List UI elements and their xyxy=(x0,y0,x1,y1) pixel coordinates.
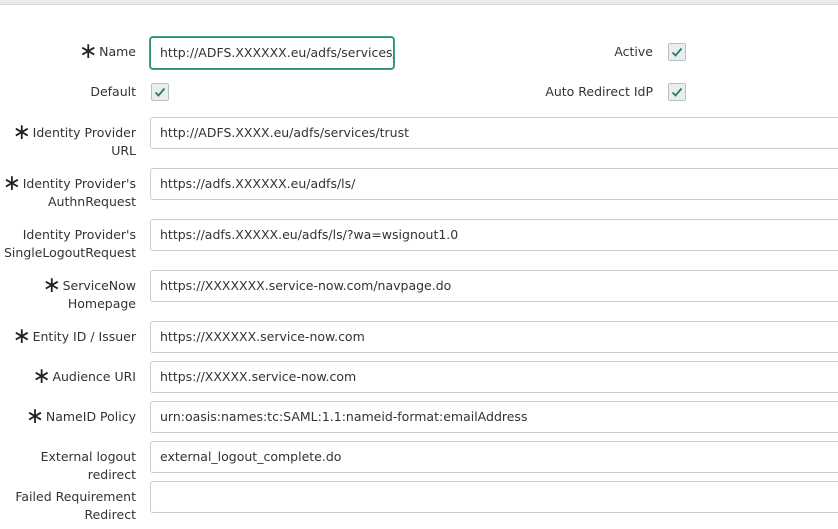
idp-url-input[interactable]: http://ADFS.XXXX.eu/adfs/services/trust xyxy=(150,117,838,149)
name-label: ∗ Name xyxy=(79,39,136,64)
nameid-policy-input[interactable]: urn:oasis:names:tc:SAML:1.1:nameid-forma… xyxy=(150,401,838,433)
logout-request-input[interactable]: https://adfs.XXXXX.eu/adfs/ls/?wa=wsigno… xyxy=(150,219,838,251)
required-icon: ∗ xyxy=(79,39,98,64)
default-checkbox[interactable] xyxy=(151,83,169,101)
required-icon: ∗ xyxy=(2,171,22,196)
auto-redirect-checkbox[interactable] xyxy=(668,83,686,101)
default-label: Default xyxy=(90,84,136,99)
failed-requirement-input[interactable] xyxy=(150,481,838,513)
failed-requirement-label: Failed Requirement Redirect xyxy=(15,489,136,522)
homepage-input[interactable]: https://XXXXXXX.service-now.com/navpage.… xyxy=(150,270,838,302)
name-input[interactable]: http://ADFS.XXXXXX.eu/adfs/services/trus xyxy=(150,37,394,69)
active-label: Active xyxy=(614,44,653,59)
auto-redirect-label: Auto Redirect IdP xyxy=(545,84,653,99)
required-icon: ∗ xyxy=(42,273,62,298)
required-icon: ∗ xyxy=(32,364,51,389)
required-icon: ∗ xyxy=(12,324,32,349)
top-bar xyxy=(0,0,838,5)
authn-request-label: ∗ Identity Provider's AuthnRequest xyxy=(2,171,136,210)
authn-request-input[interactable]: https://adfs.XXXXXX.eu/adfs/ls/ xyxy=(150,168,838,200)
homepage-label: ∗ ServiceNow Homepage xyxy=(42,273,136,312)
required-icon: ∗ xyxy=(12,120,32,145)
external-logout-input[interactable]: external_logout_complete.do xyxy=(150,441,838,473)
check-icon xyxy=(154,87,166,97)
idp-url-label: ∗ Identity Provider URL xyxy=(12,120,136,159)
check-icon xyxy=(671,87,683,97)
audience-uri-input[interactable]: https://XXXXX.service-now.com xyxy=(150,361,838,393)
audience-uri-label: ∗ Audience URI xyxy=(32,364,136,389)
external-logout-label: External logout redirect xyxy=(40,449,136,482)
check-icon xyxy=(671,47,683,57)
active-checkbox[interactable] xyxy=(668,43,686,61)
logout-request-label: Identity Provider's SingleLogoutRequest xyxy=(3,227,136,260)
entity-id-input[interactable]: https://XXXXXX.service-now.com xyxy=(150,321,838,353)
required-icon: ∗ xyxy=(25,404,45,429)
nameid-policy-label: ∗ NameID Policy xyxy=(25,404,136,429)
entity-id-label: ∗ Entity ID / Issuer xyxy=(12,324,136,349)
